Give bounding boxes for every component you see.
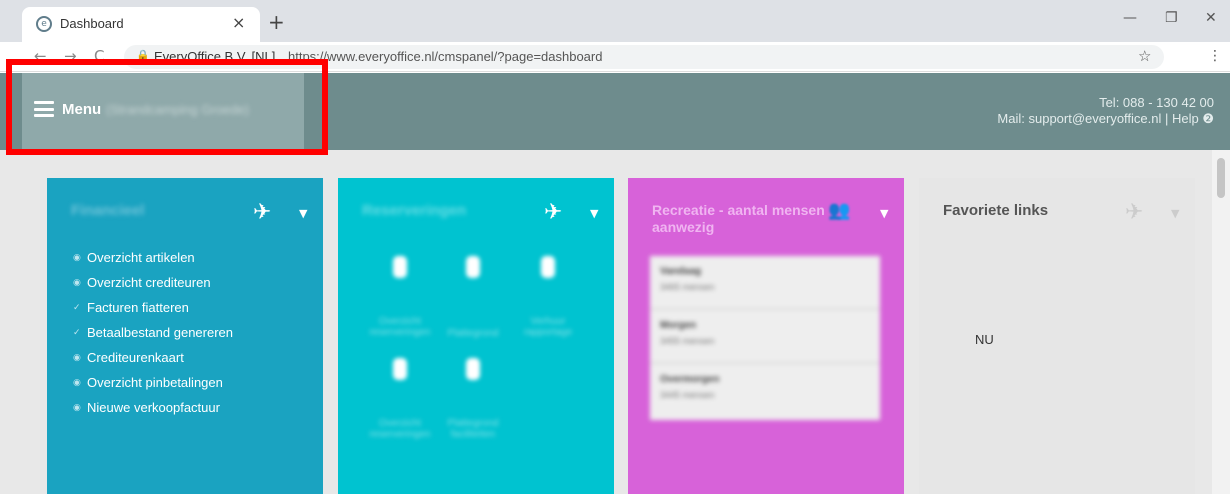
minimize-icon[interactable]: —: [1123, 10, 1137, 26]
card-title: Financieel: [71, 202, 145, 219]
window-close-icon[interactable]: ✕: [1205, 10, 1217, 26]
reservation-icon[interactable]: [393, 256, 407, 278]
map-icon[interactable]: [466, 256, 480, 278]
url-text: https://www.everyoffice.nl/cmspanel/?pag…: [288, 49, 603, 64]
browser-tab[interactable]: e Dashboard ×: [22, 7, 260, 42]
bullet-icon: ◉: [73, 353, 81, 363]
highlight-annotation: [6, 59, 328, 155]
chevron-down-icon[interactable]: ▼: [590, 207, 598, 220]
shortcut-label: Plattegrond: [447, 328, 499, 339]
chevron-down-icon[interactable]: ▼: [1171, 207, 1179, 220]
financieel-links: ◉ Overzicht artikelen ◉ Overzicht crediteu…: [73, 248, 233, 423]
check-icon: ✓: [73, 303, 81, 313]
chevron-down-icon[interactable]: ▼: [880, 207, 888, 220]
scrollbar[interactable]: [1212, 150, 1230, 494]
card-title: Reserveringen: [362, 202, 467, 219]
send-icon[interactable]: ✈: [1125, 200, 1143, 225]
card-reserveringen: Reserveringen ✈ ▼ Overzicht reserveringe…: [338, 178, 614, 494]
list-item: Overmorgen 3445 mensen: [660, 374, 720, 400]
report-icon[interactable]: [541, 256, 555, 278]
send-icon[interactable]: ✈: [544, 200, 562, 225]
bullet-icon: ◉: [73, 278, 81, 288]
card-title: Recreatie - aantal mensen aanwezig: [652, 202, 825, 235]
list-item[interactable]: ◉ Overzicht artikelen: [73, 248, 233, 273]
card-title: Favoriete links: [943, 202, 1049, 219]
shortcut-label: Verhuur rapportage: [523, 316, 573, 338]
chevron-down-icon[interactable]: ▼: [299, 207, 307, 220]
contact-mail-help[interactable]: Mail: support@everyoffice.nl | Help ❷: [997, 111, 1214, 127]
reservation-icon[interactable]: [393, 358, 407, 380]
list-item[interactable]: ◉ Nieuwe verkoopfactuur: [73, 398, 233, 423]
list-item[interactable]: ✓ Facturen fiatteren: [73, 298, 233, 323]
tab-title: Dashboard: [60, 16, 124, 31]
new-tab-icon[interactable]: +: [268, 10, 285, 34]
send-icon[interactable]: ✈: [253, 200, 271, 225]
list-item: Morgen 3455 mensen: [650, 310, 880, 364]
people-icon[interactable]: 👥: [828, 200, 850, 221]
card-favoriete-links: Favoriete links ✈ ▼ NU: [919, 178, 1195, 494]
card-financieel: Financieel ✈ ▼ ◉ Overzicht artikelen ◉ Ove…: [47, 178, 323, 494]
bullet-icon: ◉: [73, 378, 81, 388]
contact-info: Tel: 088 - 130 42 00 Mail: support@every…: [997, 95, 1214, 127]
attendance-list: Vandaag 3465 mensen Morgen 3455 mensen Ove…: [650, 256, 880, 420]
list-item[interactable]: ◉ Crediteurenkaart: [73, 348, 233, 373]
contact-phone: Tel: 088 - 130 42 00: [1099, 95, 1214, 110]
list-item[interactable]: ◉ Overzicht pinbetalingen: [73, 373, 233, 398]
list-item[interactable]: ✓ Betaalbestand genereren: [73, 323, 233, 348]
bullet-icon: ◉: [73, 403, 81, 413]
everyoffice-favicon-icon: e: [36, 16, 52, 32]
tab-close-icon[interactable]: ×: [232, 13, 245, 32]
shortcut-label: Plattegrond faciliteiten: [447, 418, 499, 440]
check-icon: ✓: [73, 328, 81, 338]
bullet-icon: ◉: [73, 253, 81, 263]
shortcut-label: Overzicht reserveringen: [369, 418, 431, 440]
browser-tab-bar: e Dashboard × + — ❐ ✕: [0, 0, 1230, 42]
browser-menu-icon[interactable]: ⋮: [1208, 48, 1222, 64]
shortcut-label: Overzicht reserveringen: [369, 316, 431, 338]
scroll-thumb[interactable]: [1217, 158, 1225, 198]
bookmark-star-icon[interactable]: ☆: [1138, 47, 1151, 65]
list-item: Vandaag 3465 mensen: [650, 256, 880, 310]
card-recreatie: Recreatie - aantal mensen aanwezig 👥 ▼ V…: [628, 178, 904, 494]
restore-icon[interactable]: ❐: [1165, 10, 1178, 26]
favorite-link-nu[interactable]: NU: [975, 332, 994, 347]
list-item[interactable]: ◉ Overzicht crediteuren: [73, 273, 233, 298]
map-icon[interactable]: [466, 358, 480, 380]
